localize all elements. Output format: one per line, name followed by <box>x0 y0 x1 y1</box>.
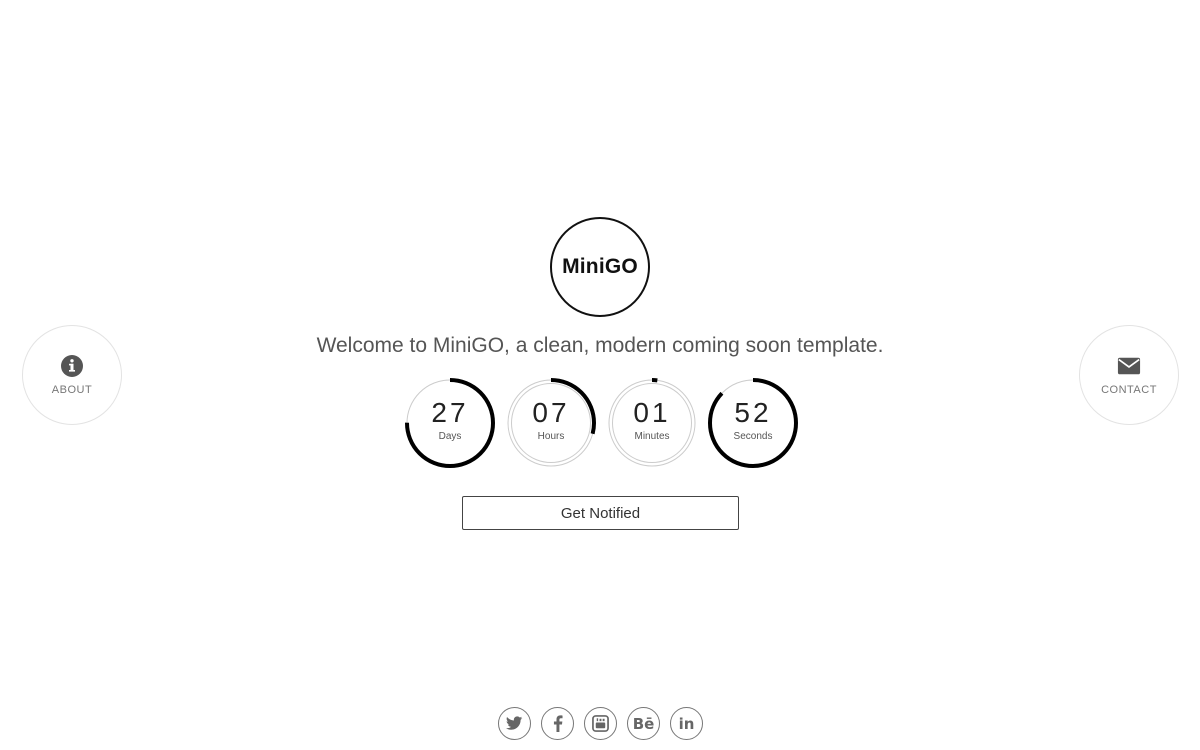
behance-link[interactable]: Bē <box>627 707 660 740</box>
countdown-seconds: 52 Seconds <box>707 377 799 469</box>
countdown-value: 52 <box>734 397 772 428</box>
countdown-label: Days <box>438 431 462 442</box>
social-links: Bē in <box>498 707 704 741</box>
twitter-icon <box>506 716 523 730</box>
countdown-value: 01 <box>633 397 671 428</box>
countdown: 27 Days 07 Hours 01 Minutes 52 Seconds <box>404 377 798 469</box>
page: ABOUT CONTACT MiniGO Welcome to MiniGO, … <box>0 0 1200 750</box>
linkedin-icon: in <box>678 714 695 733</box>
twitter-link[interactable] <box>498 707 531 740</box>
countdown-value: 27 <box>431 397 469 428</box>
countdown-label: Hours <box>537 431 565 442</box>
countdown-label: Seconds <box>733 431 773 442</box>
facebook-link[interactable] <box>541 707 574 740</box>
countdown-days: 27 Days <box>404 377 496 469</box>
get-notified-button[interactable]: Get Notified <box>462 496 739 530</box>
tagline: Welcome to MiniGO, a clean, modern comin… <box>316 334 884 357</box>
countdown-label: Minutes <box>634 431 670 442</box>
linkedin-link[interactable]: in <box>670 707 703 740</box>
logo-text: MiniGO <box>562 255 638 278</box>
countdown-value: 07 <box>532 397 570 428</box>
contact-label: CONTACT <box>1101 384 1157 396</box>
youtube-icon <box>592 715 609 732</box>
about-label: ABOUT <box>51 384 93 396</box>
facebook-icon <box>553 715 563 732</box>
countdown-minutes: 01 Minutes <box>606 377 698 469</box>
countdown-hours: 07 Hours <box>505 377 597 469</box>
behance-icon: Bē <box>632 714 655 733</box>
logo: MiniGO <box>550 217 650 317</box>
youtube-link[interactable] <box>584 707 617 740</box>
